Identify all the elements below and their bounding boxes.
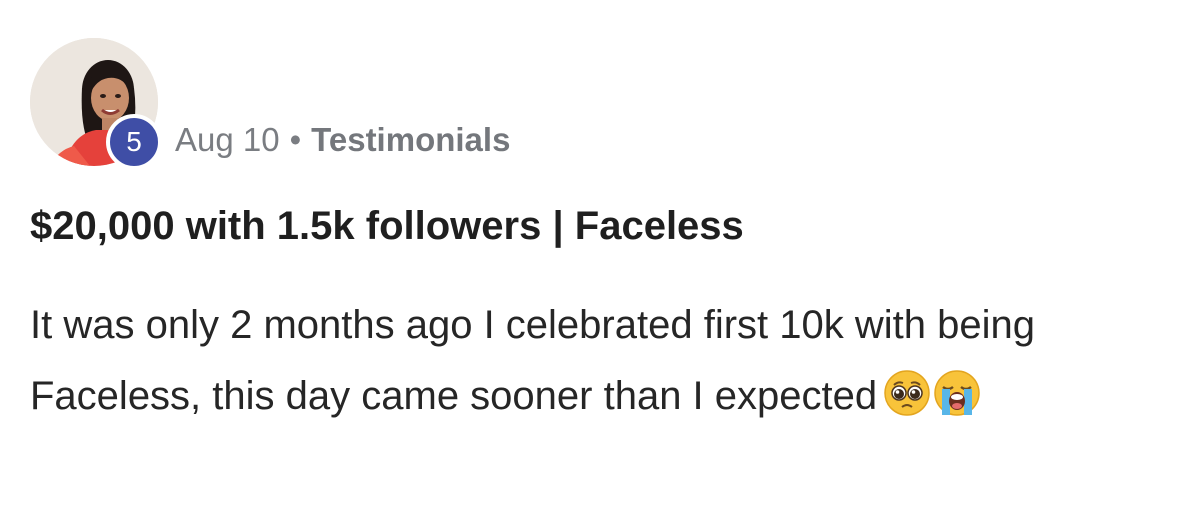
post-header: 5 Aug 10 • Testimonials	[30, 38, 730, 178]
author-avatar-wrap[interactable]: 5	[30, 38, 162, 170]
level-badge: 5	[106, 114, 162, 170]
pleading-face-emoji	[884, 370, 930, 416]
loudly-crying-face-emoji	[934, 370, 980, 416]
meta-separator: •	[289, 121, 302, 158]
post-body: It was only 2 months ago I celebrated fi…	[30, 290, 1150, 432]
post-title[interactable]: $20,000 with 1.5k followers | Faceless	[30, 200, 744, 252]
post-meta: Aug 10 • Testimonials	[175, 120, 510, 160]
post-date: Aug 10	[175, 121, 280, 158]
category-link[interactable]: Testimonials	[311, 121, 510, 158]
